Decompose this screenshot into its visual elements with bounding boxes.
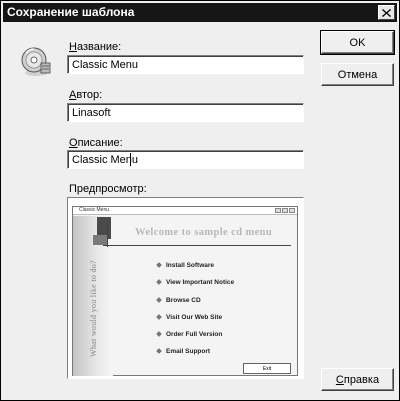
text-caret [130, 153, 131, 166]
preview-titlebar: Classic Menu [73, 207, 297, 215]
close-icon [382, 8, 391, 17]
close-button[interactable] [378, 5, 395, 20]
help-button[interactable]: Справка [321, 368, 394, 391]
preview-menu-item: Email Support [156, 348, 210, 355]
author-label: Автор: [69, 89, 103, 101]
window-title: Сохранение шаблона [7, 5, 135, 19]
author-value: Linasoft [72, 107, 111, 119]
preview-divider-vertical [107, 223, 108, 247]
save-template-dialog: Сохранение шаблона Название: Classic Men… [0, 0, 400, 401]
preview-label: Предпросмотр: [69, 183, 147, 195]
description-value: Classic Menu [72, 154, 139, 166]
preview-menu-item: Visit Our Web Site [156, 314, 222, 321]
preview-exit-button: Exit [243, 363, 291, 374]
name-value: Classic Menu [72, 59, 139, 71]
template-disc-icon [21, 47, 51, 76]
preview-window-title: Classic Menu [79, 207, 110, 213]
name-field[interactable]: Classic Menu [67, 55, 304, 74]
preview-menu-item: Order Full Version [156, 331, 222, 338]
description-field[interactable]: Classic Menu [67, 150, 304, 169]
preview-divider [103, 245, 291, 246]
name-label: Название: [69, 41, 122, 53]
preview-decor-block-2 [93, 235, 107, 245]
author-field[interactable]: Linasoft [67, 103, 304, 122]
title-bar[interactable]: Сохранение шаблона [3, 3, 397, 22]
preview-window-controls [275, 208, 295, 213]
preview-menu-item: View Important Notice [156, 279, 234, 286]
ok-button[interactable]: OK [320, 30, 395, 55]
preview-welcome-heading: Welcome to sample cd menu [135, 227, 273, 238]
preview-menu-item: Browse CD [156, 297, 201, 304]
description-label: Описание: [69, 137, 123, 149]
preview-thumbnail: Classic Menu What would you like to do? … [72, 206, 298, 376]
preview-pane: Classic Menu What would you like to do? … [67, 197, 304, 379]
cancel-button[interactable]: Отмена [321, 63, 394, 86]
preview-menu-item: Install Software [156, 262, 214, 269]
